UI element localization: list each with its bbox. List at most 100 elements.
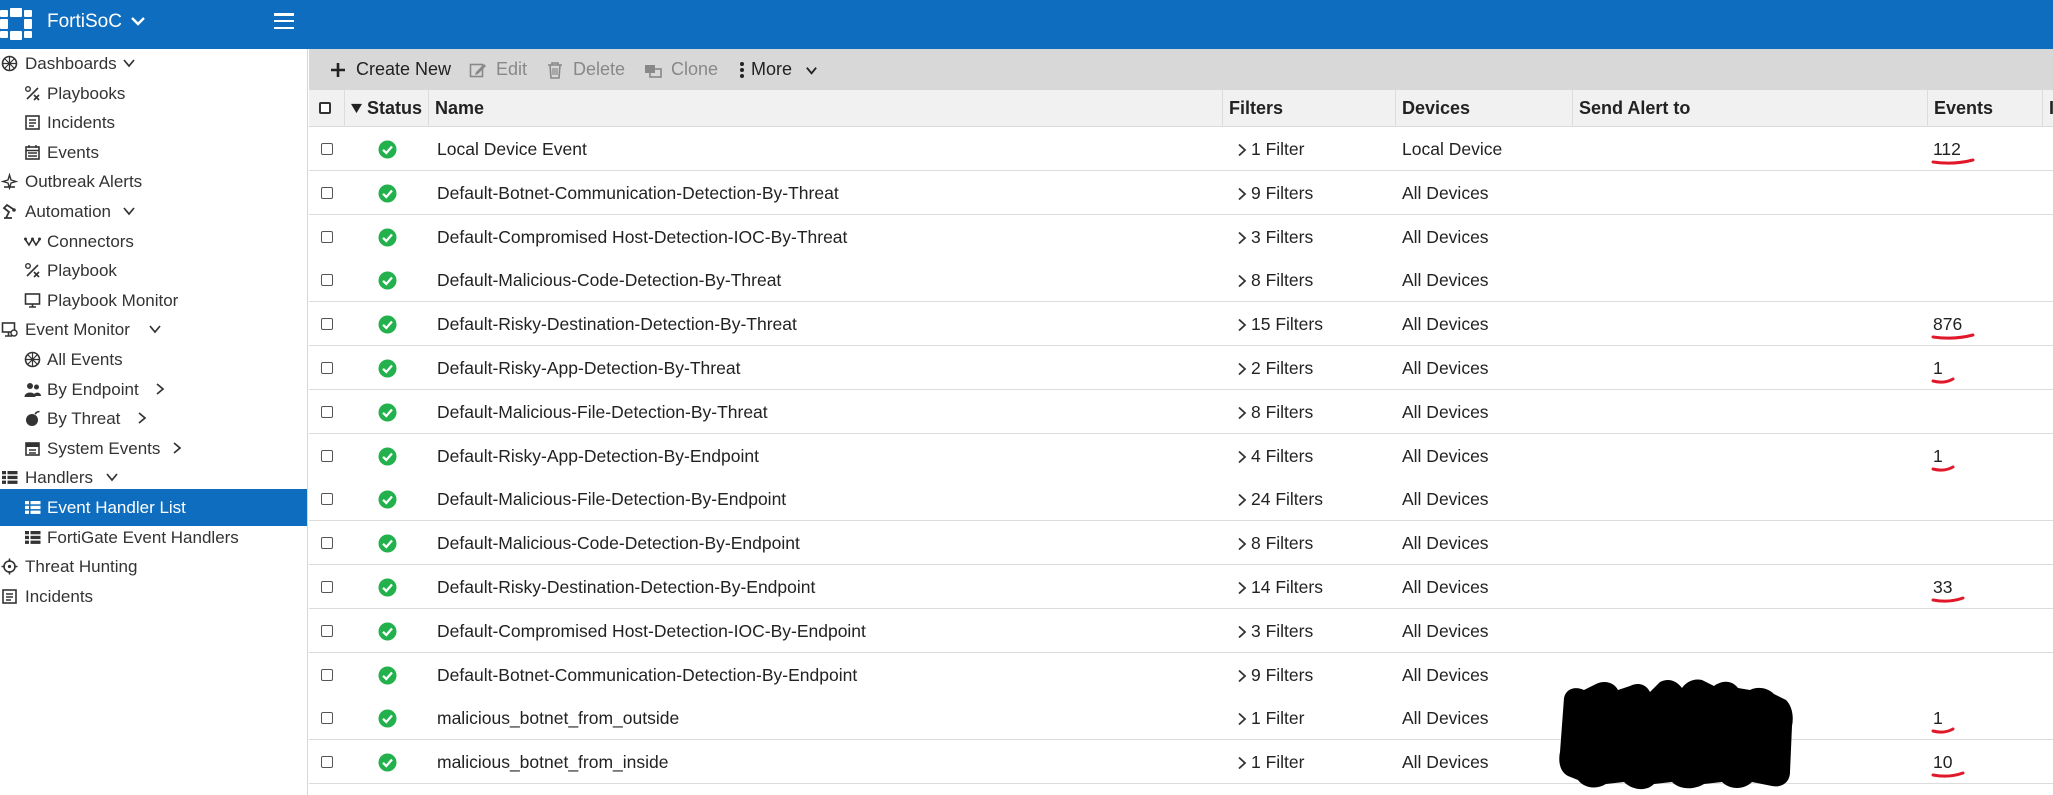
filters-expand-cell[interactable]: 8 Filters (1236, 390, 1386, 434)
filters-expand-cell[interactable]: 2 Filters (1236, 346, 1386, 390)
row-checkbox[interactable] (321, 143, 333, 155)
row-checkbox[interactable] (321, 668, 333, 681)
table-row[interactable]: Default-Compromised Host-Detection-IOC-B… (309, 608, 2053, 653)
sort-down-icon[interactable] (351, 103, 362, 114)
delete-button[interactable]: Delete (546, 49, 636, 90)
row-checkbox[interactable] (321, 756, 333, 769)
handler-name[interactable]: malicious_botnet_from_outside (437, 696, 679, 740)
send-alert-column-header[interactable]: Send Alert to (1573, 90, 1928, 127)
chevron-down-icon[interactable] (105, 470, 119, 484)
row-checkbox[interactable] (321, 449, 333, 462)
chevron-down-icon[interactable] (122, 204, 136, 218)
table-row[interactable]: Default-Compromised Host-Detection-IOC-B… (309, 214, 2053, 259)
status-column-header[interactable]: Status (345, 90, 429, 127)
chevron-right-icon[interactable] (135, 411, 149, 425)
row-checkbox[interactable] (321, 405, 333, 418)
filters-expand-cell[interactable]: 24 Filters (1236, 477, 1386, 521)
truncated-column-header[interactable]: Ir (2043, 90, 2053, 127)
sidebar-item-incidents[interactable]: Incidents (0, 578, 307, 615)
table-row[interactable]: Default-Risky-App-Detection-By-Endpoint 4… (309, 433, 2053, 478)
handler-name[interactable]: Default-Compromised Host-Detection-IOC-B… (437, 609, 866, 653)
filters-expand-cell[interactable]: 1 Filter (1236, 740, 1386, 784)
table-row[interactable]: Default-Malicious-Code-Detection-By-Endp… (309, 521, 2053, 566)
table-row[interactable]: Default-Malicious-File-Detection-By-Endp… (309, 477, 2053, 522)
row-checkbox[interactable] (321, 624, 333, 637)
row-checkbox[interactable] (321, 712, 333, 725)
handler-name[interactable]: Default-Botnet-Communication-Detection-B… (437, 653, 857, 697)
create-new-button[interactable]: Create New (329, 49, 459, 90)
filters-column-header[interactable]: Filters (1223, 90, 1396, 127)
filters-expand-cell[interactable]: 15 Filters (1236, 302, 1386, 346)
handler-name[interactable]: malicious_botnet_from_inside (437, 740, 669, 784)
chevron-right-icon[interactable] (1236, 537, 1248, 551)
row-checkbox[interactable] (321, 230, 333, 243)
devices-value: All Devices (1402, 533, 1489, 554)
chevron-right-icon[interactable] (1236, 274, 1248, 288)
clone-button[interactable]: Clone (644, 49, 724, 90)
row-checkbox[interactable] (321, 274, 333, 287)
chevron-right-icon[interactable] (1236, 406, 1248, 420)
filters-expand-cell[interactable]: 3 Filters (1236, 215, 1386, 259)
hamburger-menu-icon[interactable] (274, 13, 294, 33)
edit-button[interactable]: Edit (469, 49, 544, 90)
table-row[interactable]: Default-Botnet-Communication-Detection-B… (309, 170, 2053, 215)
filters-expand-cell[interactable]: 9 Filters (1236, 171, 1386, 215)
chevron-down-icon[interactable] (122, 56, 136, 70)
filters-expand-cell[interactable]: 1 Filter (1236, 696, 1386, 740)
chevron-right-icon[interactable] (1236, 187, 1248, 201)
row-checkbox[interactable] (321, 362, 333, 374)
handler-name[interactable]: Default-Risky-Destination-Detection-By-T… (437, 302, 797, 346)
filters-expand-cell[interactable]: 8 Filters (1236, 258, 1386, 302)
chevron-right-icon[interactable] (170, 441, 184, 455)
table-row[interactable]: Default-Malicious-File-Detection-By-Thre… (309, 389, 2053, 434)
handler-name[interactable]: Default-Botnet-Communication-Detection-B… (437, 171, 839, 215)
name-column-header[interactable]: Name (429, 90, 1223, 127)
chevron-right-icon[interactable] (1236, 581, 1248, 595)
delete-label: Delete (573, 59, 626, 79)
chevron-right-icon[interactable] (153, 382, 167, 396)
chevron-down-icon[interactable] (148, 322, 162, 336)
more-button[interactable]: More (736, 49, 826, 90)
row-checkbox[interactable] (321, 186, 333, 199)
filters-expand-cell[interactable]: 14 Filters (1236, 565, 1386, 609)
table-row[interactable]: Default-Malicious-Code-Detection-By-Thre… (309, 258, 2053, 303)
table-row[interactable]: Default-Risky-Destination-Detection-By-E… (309, 565, 2053, 609)
chevron-right-icon[interactable] (1236, 712, 1248, 726)
events-column-header[interactable]: Events (1928, 90, 2043, 127)
table-row[interactable]: Default-Risky-Destination-Detection-By-T… (309, 302, 2053, 347)
chevron-down-icon[interactable] (130, 13, 146, 29)
chevron-right-icon[interactable] (1236, 231, 1248, 245)
handler-name[interactable]: Default-Malicious-File-Detection-By-Endp… (437, 477, 786, 521)
table-row[interactable]: Default-Risky-App-Detection-By-Threat 2 F… (309, 346, 2053, 390)
row-checkbox[interactable] (321, 581, 333, 593)
filters-expand-cell[interactable]: 9 Filters (1236, 653, 1386, 697)
chevron-right-icon[interactable] (1236, 318, 1248, 332)
handler-name[interactable]: Default-Compromised Host-Detection-IOC-B… (437, 215, 847, 259)
handler-name[interactable]: Default-Risky-Destination-Detection-By-E… (437, 565, 815, 609)
row-checkbox[interactable] (321, 318, 333, 331)
handler-name[interactable]: Default-Malicious-Code-Detection-By-Thre… (437, 258, 781, 302)
filters-expand-cell[interactable]: 1 Filter (1236, 127, 1386, 171)
app-brand[interactable]: FortiSoC (47, 10, 122, 34)
chevron-right-icon[interactable] (1236, 362, 1248, 376)
handler-name[interactable]: Local Device Event (437, 127, 587, 171)
table-row[interactable]: Local Device Event 1 Filter Local Device 11… (309, 127, 2053, 171)
handler-name[interactable]: Default-Malicious-File-Detection-By-Thre… (437, 390, 768, 434)
filters-expand-cell[interactable]: 4 Filters (1236, 434, 1386, 478)
handler-name[interactable]: Default-Risky-App-Detection-By-Endpoint (437, 434, 759, 478)
handler-name[interactable]: Default-Risky-App-Detection-By-Threat (437, 346, 740, 390)
devices-column-header[interactable]: Devices (1396, 90, 1573, 127)
chevron-right-icon[interactable] (1236, 625, 1248, 639)
select-all-checkbox[interactable] (319, 102, 331, 114)
filters-expand-cell[interactable]: 3 Filters (1236, 609, 1386, 653)
handler-name[interactable]: Default-Malicious-Code-Detection-By-Endp… (437, 521, 800, 565)
chevron-right-icon[interactable] (1236, 450, 1248, 464)
filters-expand-cell[interactable]: 8 Filters (1236, 521, 1386, 565)
chevron-right-icon[interactable] (1236, 493, 1248, 507)
row-checkbox[interactable] (321, 493, 333, 506)
create-new-label: Create New (356, 59, 452, 79)
row-checkbox[interactable] (321, 537, 333, 550)
chevron-right-icon[interactable] (1236, 669, 1248, 683)
chevron-right-icon[interactable] (1236, 143, 1248, 157)
chevron-right-icon[interactable] (1236, 756, 1248, 770)
